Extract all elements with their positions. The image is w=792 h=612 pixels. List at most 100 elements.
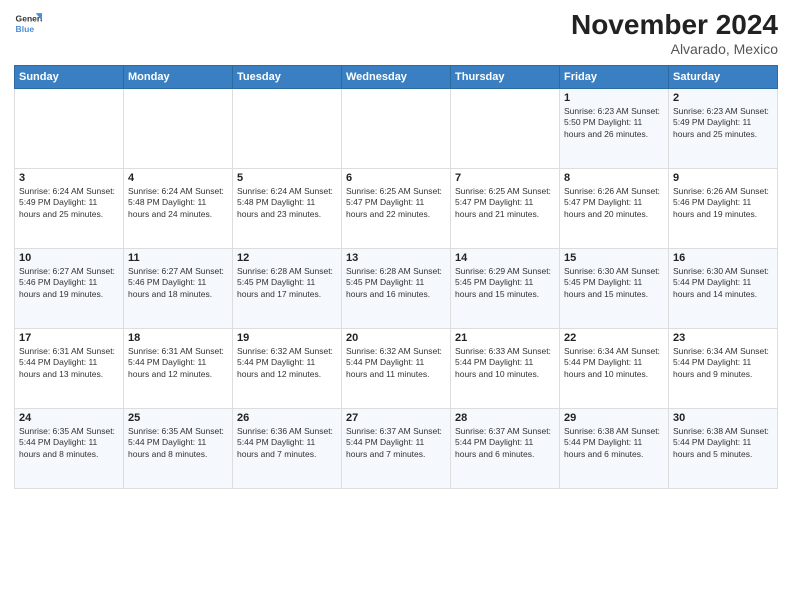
day-info: Sunrise: 6:26 AM Sunset: 5:47 PM Dayligh… — [564, 186, 664, 220]
day-number: 25 — [128, 412, 228, 424]
calendar-cell — [124, 88, 233, 168]
day-number: 30 — [673, 412, 773, 424]
calendar-cell: 10 Sunrise: 6:27 AM Sunset: 5:46 PM Dayli… — [15, 248, 124, 328]
calendar-cell: 2 Sunrise: 6:23 AM Sunset: 5:49 PM Daylig… — [669, 88, 778, 168]
calendar-body: 1 Sunrise: 6:23 AM Sunset: 5:50 PM Daylig… — [15, 88, 778, 488]
col-tuesday: Tuesday — [233, 65, 342, 88]
day-number: 15 — [564, 252, 664, 264]
day-info: Sunrise: 6:35 AM Sunset: 5:44 PM Dayligh… — [19, 426, 119, 460]
calendar-cell: 7 Sunrise: 6:25 AM Sunset: 5:47 PM Daylig… — [451, 168, 560, 248]
day-number: 8 — [564, 172, 664, 184]
calendar-cell: 22Sunrise: 6:34 AM Sunset: 5:44 PM Dayli… — [560, 328, 669, 408]
day-info: Sunrise: 6:26 AM Sunset: 5:46 PM Dayligh… — [673, 186, 773, 220]
header: General Blue November 2024 Alvarado, Mex… — [14, 10, 778, 57]
calendar-cell: 26Sunrise: 6:36 AM Sunset: 5:44 PM Dayli… — [233, 408, 342, 488]
calendar-header: Sunday Monday Tuesday Wednesday Thursday… — [15, 65, 778, 88]
day-number: 6 — [346, 172, 446, 184]
col-friday: Friday — [560, 65, 669, 88]
svg-text:Blue: Blue — [16, 24, 35, 34]
calendar-cell: 30 Sunrise: 6:38 AM Sunset: 5:44 PM Dayli… — [669, 408, 778, 488]
col-wednesday: Wednesday — [342, 65, 451, 88]
month-title: November 2024 — [571, 10, 778, 41]
day-number: 23 — [673, 332, 773, 344]
day-number: 3 — [19, 172, 119, 184]
day-number: 18 — [128, 332, 228, 344]
calendar-cell: 12Sunrise: 6:28 AM Sunset: 5:45 PM Dayli… — [233, 248, 342, 328]
day-info: Sunrise: 6:32 AM Sunset: 5:44 PM Dayligh… — [346, 346, 446, 380]
logo-icon: General Blue — [14, 10, 42, 38]
day-info: Sunrise: 6:25 AM Sunset: 5:47 PM Dayligh… — [455, 186, 555, 220]
day-number: 20 — [346, 332, 446, 344]
day-info: Sunrise: 6:35 AM Sunset: 5:44 PM Dayligh… — [128, 426, 228, 460]
calendar-page: General Blue November 2024 Alvarado, Mex… — [0, 0, 792, 612]
day-info: Sunrise: 6:27 AM Sunset: 5:46 PM Dayligh… — [128, 266, 228, 300]
day-info: Sunrise: 6:28 AM Sunset: 5:45 PM Dayligh… — [346, 266, 446, 300]
day-info: Sunrise: 6:24 AM Sunset: 5:48 PM Dayligh… — [237, 186, 337, 220]
day-number: 4 — [128, 172, 228, 184]
day-number: 19 — [237, 332, 337, 344]
calendar-cell: 24 Sunrise: 6:35 AM Sunset: 5:44 PM Dayli… — [15, 408, 124, 488]
calendar-cell: 21Sunrise: 6:33 AM Sunset: 5:44 PM Dayli… — [451, 328, 560, 408]
day-number: 7 — [455, 172, 555, 184]
day-number: 14 — [455, 252, 555, 264]
title-block: November 2024 Alvarado, Mexico — [571, 10, 778, 57]
calendar-cell: 17 Sunrise: 6:31 AM Sunset: 5:44 PM Dayli… — [15, 328, 124, 408]
header-row: Sunday Monday Tuesday Wednesday Thursday… — [15, 65, 778, 88]
day-info: Sunrise: 6:31 AM Sunset: 5:44 PM Dayligh… — [19, 346, 119, 380]
calendar-cell: 9 Sunrise: 6:26 AM Sunset: 5:46 PM Daylig… — [669, 168, 778, 248]
day-info: Sunrise: 6:24 AM Sunset: 5:49 PM Dayligh… — [19, 186, 119, 220]
calendar-cell: 18Sunrise: 6:31 AM Sunset: 5:44 PM Dayli… — [124, 328, 233, 408]
day-number: 12 — [237, 252, 337, 264]
calendar-cell: 28 Sunrise: 6:37 AM Sunset: 5:44 PM Dayli… — [451, 408, 560, 488]
calendar-cell: 6 Sunrise: 6:25 AM Sunset: 5:47 PM Daylig… — [342, 168, 451, 248]
calendar-cell: 16Sunrise: 6:30 AM Sunset: 5:44 PM Dayli… — [669, 248, 778, 328]
day-info: Sunrise: 6:38 AM Sunset: 5:44 PM Dayligh… — [673, 426, 773, 460]
day-info: Sunrise: 6:34 AM Sunset: 5:44 PM Dayligh… — [564, 346, 664, 380]
day-info: Sunrise: 6:32 AM Sunset: 5:44 PM Dayligh… — [237, 346, 337, 380]
logo: General Blue — [14, 10, 42, 38]
day-number: 16 — [673, 252, 773, 264]
calendar-cell: 4 Sunrise: 6:24 AM Sunset: 5:48 PM Daylig… — [124, 168, 233, 248]
col-monday: Monday — [124, 65, 233, 88]
day-info: Sunrise: 6:30 AM Sunset: 5:45 PM Dayligh… — [564, 266, 664, 300]
calendar-cell: 20 Sunrise: 6:32 AM Sunset: 5:44 PM Dayli… — [342, 328, 451, 408]
calendar-cell: 5 Sunrise: 6:24 AM Sunset: 5:48 PM Daylig… — [233, 168, 342, 248]
calendar-cell: 23Sunrise: 6:34 AM Sunset: 5:44 PM Dayli… — [669, 328, 778, 408]
day-number: 28 — [455, 412, 555, 424]
day-info: Sunrise: 6:27 AM Sunset: 5:46 PM Dayligh… — [19, 266, 119, 300]
day-number: 9 — [673, 172, 773, 184]
day-number: 2 — [673, 92, 773, 104]
calendar-week-2: 3 Sunrise: 6:24 AM Sunset: 5:49 PM Daylig… — [15, 168, 778, 248]
calendar-cell: 3 Sunrise: 6:24 AM Sunset: 5:49 PM Daylig… — [15, 168, 124, 248]
calendar-cell: 25 Sunrise: 6:35 AM Sunset: 5:44 PM Dayli… — [124, 408, 233, 488]
day-info: Sunrise: 6:38 AM Sunset: 5:44 PM Dayligh… — [564, 426, 664, 460]
col-saturday: Saturday — [669, 65, 778, 88]
day-number: 24 — [19, 412, 119, 424]
location-subtitle: Alvarado, Mexico — [571, 41, 778, 57]
day-number: 17 — [19, 332, 119, 344]
day-info: Sunrise: 6:25 AM Sunset: 5:47 PM Dayligh… — [346, 186, 446, 220]
calendar-cell: 13Sunrise: 6:28 AM Sunset: 5:45 PM Dayli… — [342, 248, 451, 328]
day-info: Sunrise: 6:23 AM Sunset: 5:50 PM Dayligh… — [564, 106, 664, 140]
day-number: 1 — [564, 92, 664, 104]
day-info: Sunrise: 6:24 AM Sunset: 5:48 PM Dayligh… — [128, 186, 228, 220]
day-info: Sunrise: 6:29 AM Sunset: 5:45 PM Dayligh… — [455, 266, 555, 300]
day-number: 26 — [237, 412, 337, 424]
col-thursday: Thursday — [451, 65, 560, 88]
calendar-table: Sunday Monday Tuesday Wednesday Thursday… — [14, 65, 778, 489]
day-number: 11 — [128, 252, 228, 264]
day-number: 27 — [346, 412, 446, 424]
day-number: 29 — [564, 412, 664, 424]
calendar-cell — [15, 88, 124, 168]
calendar-cell — [451, 88, 560, 168]
day-info: Sunrise: 6:37 AM Sunset: 5:44 PM Dayligh… — [455, 426, 555, 460]
calendar-cell: 8 Sunrise: 6:26 AM Sunset: 5:47 PM Daylig… — [560, 168, 669, 248]
day-number: 5 — [237, 172, 337, 184]
day-number: 10 — [19, 252, 119, 264]
day-info: Sunrise: 6:33 AM Sunset: 5:44 PM Dayligh… — [455, 346, 555, 380]
calendar-cell: 11 Sunrise: 6:27 AM Sunset: 5:46 PM Dayli… — [124, 248, 233, 328]
day-info: Sunrise: 6:23 AM Sunset: 5:49 PM Dayligh… — [673, 106, 773, 140]
calendar-cell: 1 Sunrise: 6:23 AM Sunset: 5:50 PM Daylig… — [560, 88, 669, 168]
calendar-cell — [342, 88, 451, 168]
day-info: Sunrise: 6:37 AM Sunset: 5:44 PM Dayligh… — [346, 426, 446, 460]
